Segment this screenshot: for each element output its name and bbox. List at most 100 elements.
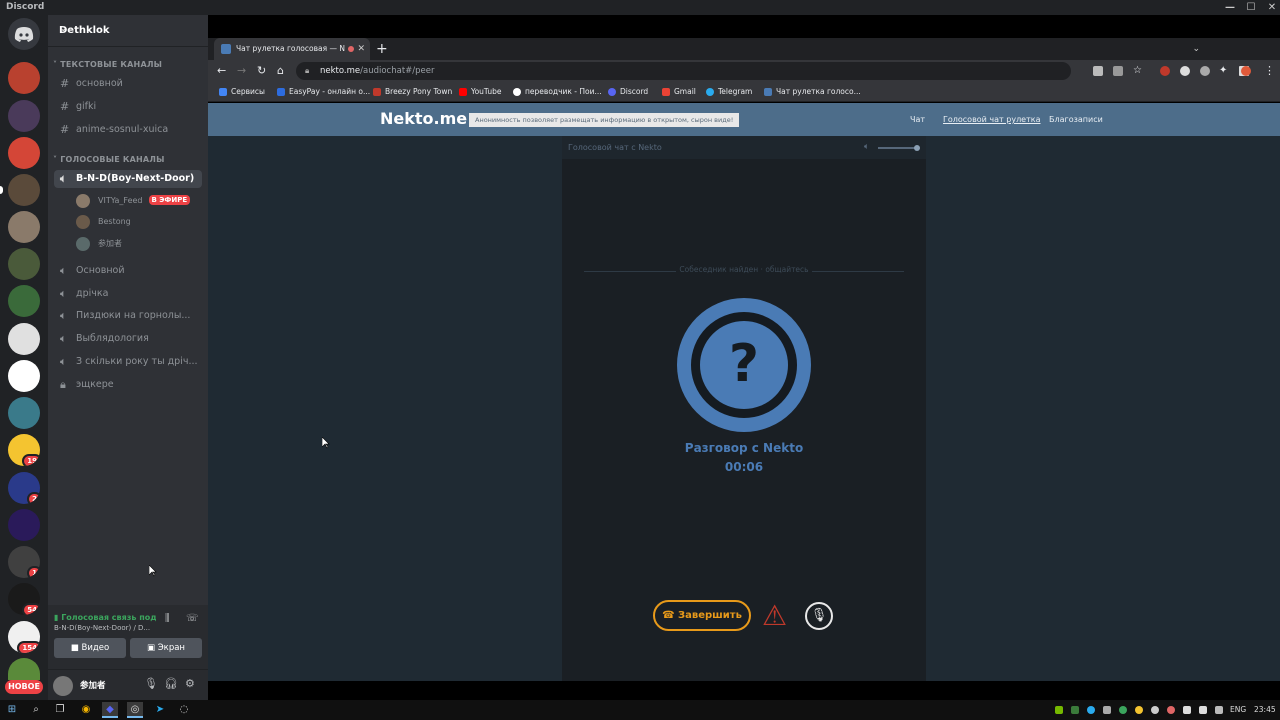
tray-icon[interactable] (1135, 706, 1143, 714)
server-icon[interactable] (8, 174, 40, 206)
browser-tab[interactable]: Чат рулетка голосовая — N ✕ (214, 38, 370, 60)
server-icon[interactable]: 154 (8, 621, 40, 653)
noise-suppression-icon[interactable]: ⫼ (165, 613, 170, 624)
nvidia-icon[interactable] (1055, 706, 1063, 714)
voice-status[interactable]: ▮ Голосовая связь подк (54, 613, 156, 622)
voice-channel[interactable]: 🔈︎ Пиздюки на горнолы... (54, 307, 202, 325)
server-icon[interactable] (8, 658, 40, 680)
star-icon[interactable]: ☆ (1133, 60, 1142, 82)
tray-icon[interactable] (1071, 706, 1079, 714)
voice-channel[interactable]: 🔈︎ дрічка (54, 285, 202, 303)
tab-search-icon[interactable]: ⌄ (1192, 38, 1200, 60)
voice-user[interactable]: Bestong (76, 213, 131, 231)
minimize-button[interactable]: — (1220, 0, 1240, 15)
volume-slider[interactable] (878, 147, 918, 149)
close-tab-icon[interactable]: ✕ (357, 38, 365, 60)
profile-avatar[interactable] (1241, 66, 1251, 76)
category-voice[interactable]: ˅ ГОЛОСОВЫЕ КАНАЛЫ (53, 155, 165, 164)
tray-icon[interactable] (1087, 706, 1095, 714)
network-icon[interactable] (1183, 706, 1191, 714)
bookmark[interactable]: Discord (608, 82, 648, 102)
headphones-icon[interactable]: 🎧︎ (164, 677, 178, 690)
text-channel[interactable]: # gifki (54, 98, 202, 116)
screen-share-button[interactable]: ▣ Экран (130, 638, 202, 658)
server-icon[interactable] (8, 285, 40, 317)
voice-channel[interactable]: 🔈︎ З скільки року ты дріч... (54, 353, 202, 371)
bookmark[interactable]: Gmail (662, 82, 696, 102)
volume-tray-icon[interactable] (1199, 706, 1207, 714)
cast-icon[interactable] (1093, 66, 1103, 76)
microphone-button[interactable]: 🎙︎ (805, 602, 833, 630)
voice-channel[interactable]: 🔈︎ Выблядология (54, 330, 202, 348)
voice-channel-locked[interactable]: 🔒︎ эщкере (54, 376, 202, 394)
tray-icon[interactable] (1215, 706, 1223, 714)
address-bar[interactable]: 🔒︎ nekto.me/audiochat#/peer (296, 62, 1071, 80)
volume-slider-handle[interactable] (914, 145, 920, 151)
bookmark[interactable]: YouTube (459, 82, 502, 102)
report-warning-icon[interactable]: ⚠︎ (762, 601, 787, 631)
text-channel[interactable]: # anime-sosnul-xuica (54, 121, 202, 139)
telegram-taskbar-icon[interactable]: ➤ (152, 702, 168, 718)
extension-icon[interactable] (1200, 66, 1210, 76)
menu-icon[interactable]: ⋮ (1264, 60, 1275, 82)
bookmark[interactable]: Чат рулетка голосо... (764, 82, 861, 102)
voice-channel-active[interactable]: 🔈︎ B-N-D(Boy-Next-Door) (54, 170, 202, 188)
tray-icon[interactable] (1167, 706, 1175, 714)
site-logo[interactable]: Nekto.me (380, 109, 467, 128)
steam-icon[interactable]: ◎ (127, 702, 143, 718)
disconnect-icon[interactable]: ☏ (186, 613, 199, 624)
server-icon[interactable]: 54 (8, 583, 40, 615)
server-icon[interactable]: 1 (8, 546, 40, 578)
gear-icon[interactable]: ⚙ (185, 677, 195, 690)
reload-button[interactable]: ↻ (257, 60, 266, 82)
extension-icon[interactable] (1160, 66, 1170, 76)
new-badge[interactable]: НОВОЕ (5, 680, 43, 694)
category-text[interactable]: ˅ ТЕКСТОВЫЕ КАНАЛЫ (53, 60, 162, 69)
puzzle-icon[interactable]: ✦ (1219, 60, 1227, 82)
server-icon[interactable] (8, 62, 40, 94)
server-icon[interactable] (8, 323, 40, 355)
server-icon[interactable] (8, 137, 40, 169)
volume-icon[interactable]: 🔈︎ (864, 136, 869, 159)
bookmark[interactable]: EasyPay - онлайн о... (277, 82, 370, 102)
server-icon[interactable] (8, 248, 40, 280)
new-tab-button[interactable]: + (376, 38, 388, 60)
extension-icon[interactable] (1180, 66, 1190, 76)
guild-header[interactable]: Dethklok ⌄ (48, 15, 208, 47)
video-button[interactable]: ■ Видео (54, 638, 126, 658)
search-icon[interactable]: ⌕ (28, 702, 44, 718)
maximize-button[interactable]: ☐ (1241, 0, 1261, 15)
discord-taskbar-icon[interactable]: ◆ (102, 702, 118, 718)
server-icon[interactable] (8, 211, 40, 243)
text-channel[interactable]: # основной (54, 75, 202, 93)
chrome-icon[interactable]: ◉ (78, 702, 94, 718)
bookmark[interactable]: переводчик - Пои... (513, 82, 602, 102)
tray-icon[interactable] (1119, 706, 1127, 714)
home-button[interactable]: ⌂ (277, 60, 284, 82)
tray-icon[interactable] (1151, 706, 1159, 714)
microphone-icon[interactable]: 🎙︎ (144, 677, 158, 690)
task-view-icon[interactable]: ❐ (52, 702, 68, 718)
server-icon[interactable] (8, 100, 40, 132)
end-call-button[interactable]: ☎︎ Завершить (653, 600, 751, 631)
clock[interactable]: 23:45 (1254, 700, 1276, 720)
server-icon[interactable] (8, 509, 40, 541)
voice-user[interactable]: VITYa_Feed В ЭФИРЕ (76, 192, 191, 210)
close-button[interactable]: ✕ (1262, 0, 1280, 15)
nav-link-blog[interactable]: Благозаписи (1049, 103, 1103, 136)
server-icon[interactable] (8, 360, 40, 392)
back-button[interactable]: ← (217, 60, 226, 82)
server-icon[interactable]: 19 (8, 434, 40, 466)
server-icon[interactable] (8, 397, 40, 429)
voice-location[interactable]: B-N-D(Boy-Next-Door) / D... (54, 624, 156, 632)
share-icon[interactable] (1113, 66, 1123, 76)
nav-link-chat[interactable]: Чат (910, 103, 925, 136)
language-indicator[interactable]: ENG (1230, 700, 1246, 720)
home-button[interactable] (8, 18, 40, 50)
steam-tray-icon[interactable] (1103, 706, 1111, 714)
nav-link-voice-roulette[interactable]: Голосовой чат рулетка (943, 103, 1041, 136)
app-icon[interactable]: ◌ (176, 702, 192, 718)
bookmark[interactable]: Сервисы (219, 82, 265, 102)
start-button[interactable]: ⊞ (4, 702, 20, 718)
voice-channel[interactable]: 🔈︎ Основной (54, 262, 202, 280)
